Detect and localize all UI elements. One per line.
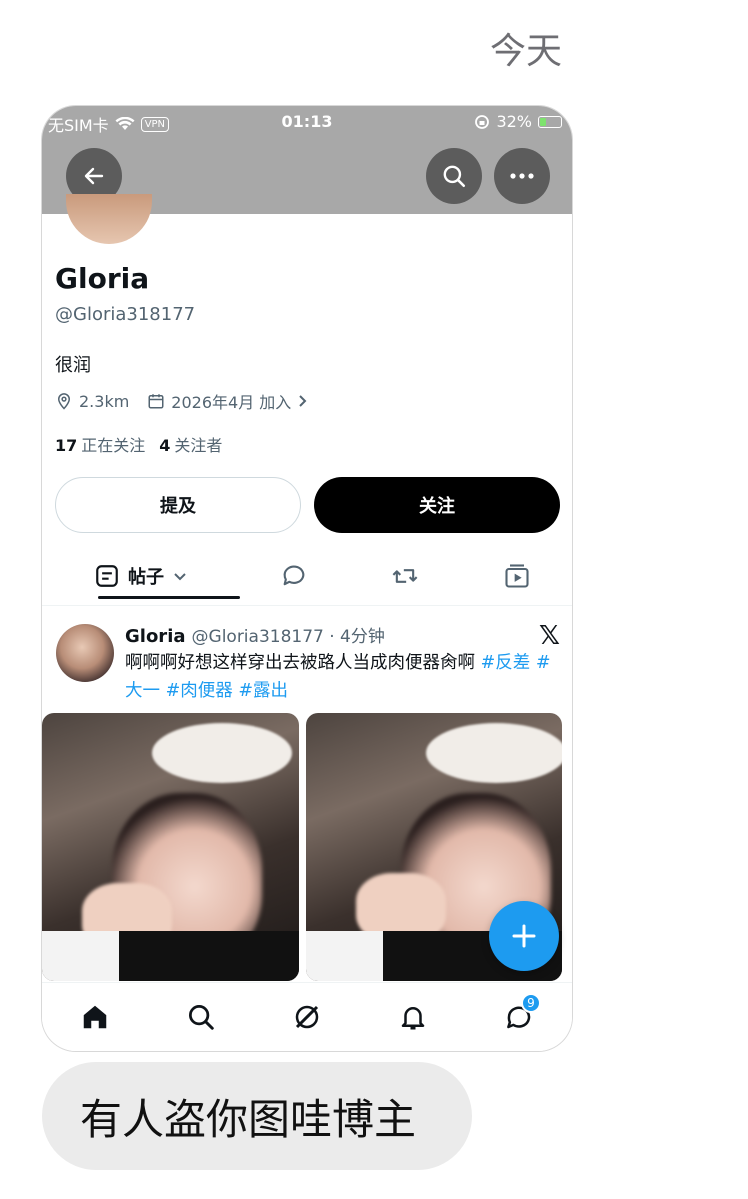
tab-reposts[interactable] (385, 554, 425, 598)
nav-search[interactable] (183, 999, 219, 1035)
tab-replies[interactable] (274, 554, 314, 598)
chevron-down-icon (174, 573, 186, 581)
compose-button[interactable] (489, 901, 559, 971)
x-logo-icon: 𝕏 (539, 621, 560, 651)
joined-date[interactable]: 2026年4月 加入 (171, 389, 291, 413)
mention-button[interactable]: 提及 (55, 477, 301, 533)
bell-icon (401, 1007, 425, 1030)
search-icon (443, 165, 466, 188)
post-body: 啊啊啊好想这样穿出去被路人当成肉便器肏啊 (125, 653, 481, 673)
shared-screenshot[interactable]: 无SIM卡 VPN 01:13 32% Gloria @Gloria318177… (42, 106, 572, 1051)
following-label: 正在关注 (81, 436, 146, 455)
unread-badge: 9 (521, 993, 541, 1013)
bottom-nav: 9 (42, 982, 572, 1051)
chat-date-label: 今天 (490, 31, 563, 72)
plus-icon (512, 924, 536, 948)
hashtag[interactable]: #露出 (238, 681, 288, 701)
more-dots-icon (510, 173, 534, 179)
nav-messages[interactable]: 9 (501, 993, 541, 1035)
repost-icon (392, 569, 418, 583)
profile-bio: 很润 (55, 355, 91, 376)
post-author-avatar[interactable] (56, 624, 114, 682)
reply-bubble-icon (283, 565, 305, 586)
posts-icon (96, 565, 118, 587)
arrow-left-icon (84, 167, 104, 185)
video-icon (505, 564, 529, 588)
follow-button[interactable]: 关注 (314, 477, 560, 533)
profile-meta: 2.3km 2026年4月 加入 (55, 389, 309, 413)
calendar-icon (148, 394, 164, 409)
grok-icon (295, 1005, 319, 1029)
battery-percent: 32% (496, 112, 532, 131)
tab-posts-label: 帖子 (128, 567, 164, 588)
chevron-right-icon[interactable] (297, 394, 309, 408)
chat-message-text: 有人盗你图哇博主 (80, 1094, 417, 1144)
battery-icon (538, 115, 562, 128)
following-stat[interactable]: 17 正在关注 (55, 432, 145, 456)
chat-message-bubble[interactable]: 有人盗你图哇博主 (42, 1062, 472, 1170)
hashtag[interactable]: #肉便器 (166, 681, 233, 701)
profile-tabs: 帖子 (42, 546, 572, 606)
tab-posts[interactable]: 帖子 (70, 554, 240, 599)
post-image[interactable] (42, 713, 299, 981)
nav-grok[interactable] (289, 999, 325, 1035)
following-count: 17 (55, 436, 78, 455)
search-icon (189, 1005, 214, 1030)
followers-label: 关注者 (174, 436, 223, 455)
post-author-name[interactable]: Gloria (125, 626, 186, 647)
profile-name: Gloria (55, 262, 150, 295)
location-pin-icon (57, 393, 71, 410)
post-text: 啊啊啊好想这样穿出去被路人当成肉便器肏啊 #反差 #大一 #肉便器 #露出 (125, 649, 565, 705)
followers-stat[interactable]: 4 关注者 (159, 432, 222, 456)
active-tab-indicator (98, 596, 240, 599)
profile-handle: @Gloria318177 (55, 304, 196, 325)
hashtag[interactable]: #反差 (481, 653, 531, 673)
profile-avatar[interactable] (66, 194, 152, 244)
location-text: 2.3km (79, 391, 130, 411)
follow-stats: 17 正在关注 4 关注者 (55, 432, 222, 456)
nav-notifications[interactable] (395, 999, 431, 1035)
home-icon (83, 1005, 107, 1029)
nav-home[interactable] (77, 999, 113, 1035)
followers-count: 4 (159, 436, 171, 455)
post-header: Gloria @Gloria318177 · 4分钟 (125, 622, 385, 647)
orientation-lock-icon (475, 114, 490, 129)
post-meta: @Gloria318177 · 4分钟 (191, 627, 385, 647)
search-button[interactable] (426, 148, 482, 204)
more-options-button[interactable] (494, 148, 550, 204)
tab-media[interactable] (497, 554, 537, 598)
